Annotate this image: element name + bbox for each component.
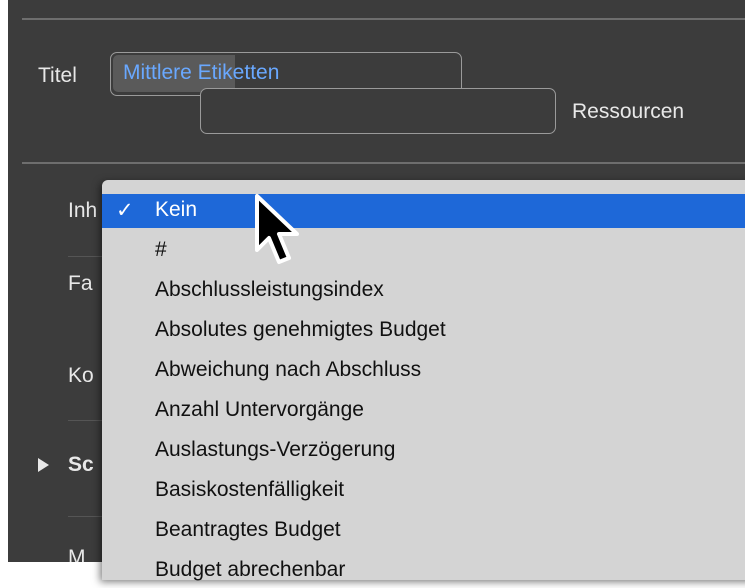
top-divider — [22, 18, 745, 20]
menu-item-label: Absolutes genehmigtes Budget — [155, 318, 446, 341]
section-divider — [22, 162, 745, 164]
section-label[interactable]: Sc — [68, 453, 94, 477]
menu-item-label: Basiskostenfälligkeit — [155, 478, 345, 501]
menu-item-kein[interactable]: ✓ Kein — [102, 194, 745, 228]
menu-item[interactable]: Absolutes genehmigtes Budget — [102, 314, 745, 348]
content-dropdown-menu[interactable]: ✓ Kein # Abschlussleistungsindex Absolut… — [102, 180, 745, 581]
menu-item-label: # — [155, 238, 167, 261]
mouse-pointer-icon — [255, 194, 299, 264]
menu-item-label: Kein — [155, 198, 198, 221]
title-label: Titel — [38, 64, 77, 87]
menu-item-label: Beantragtes Budget — [155, 518, 341, 541]
menu-item-label: Auslastungs-Verzögerung — [155, 438, 396, 461]
menu-item[interactable]: Abschlussleistungsindex — [102, 274, 745, 308]
contour-label: Ko — [68, 364, 94, 387]
menu-item-label: Anzahl Untervorgänge — [155, 398, 364, 421]
menu-item[interactable]: Budget abrechenbar — [102, 554, 745, 588]
bottom-label: M — [68, 546, 86, 562]
menu-item[interactable]: Beantragtes Budget — [102, 514, 745, 548]
menu-item[interactable]: # — [102, 234, 745, 268]
menu-item-label: Abschlussleistungsindex — [155, 278, 384, 301]
resources-label: Ressourcen — [572, 100, 685, 123]
disclosure-triangle-icon[interactable] — [38, 458, 49, 472]
resources-input[interactable] — [200, 88, 556, 134]
checkmark-icon: ✓ — [116, 199, 134, 222]
menu-item[interactable]: Anzahl Untervorgänge — [102, 394, 745, 428]
content-label: Inh — [68, 199, 98, 222]
menu-item[interactable]: Basiskostenfälligkeit — [102, 474, 745, 508]
menu-item[interactable]: Abweichung nach Abschluss — [102, 354, 745, 388]
menu-item-label: Abweichung nach Abschluss — [155, 358, 422, 381]
menu-item[interactable]: Auslastungs-Verzögerung — [102, 434, 745, 468]
color-label: Fa — [68, 272, 93, 295]
title-input-value: Mittlere Etiketten — [123, 61, 280, 84]
